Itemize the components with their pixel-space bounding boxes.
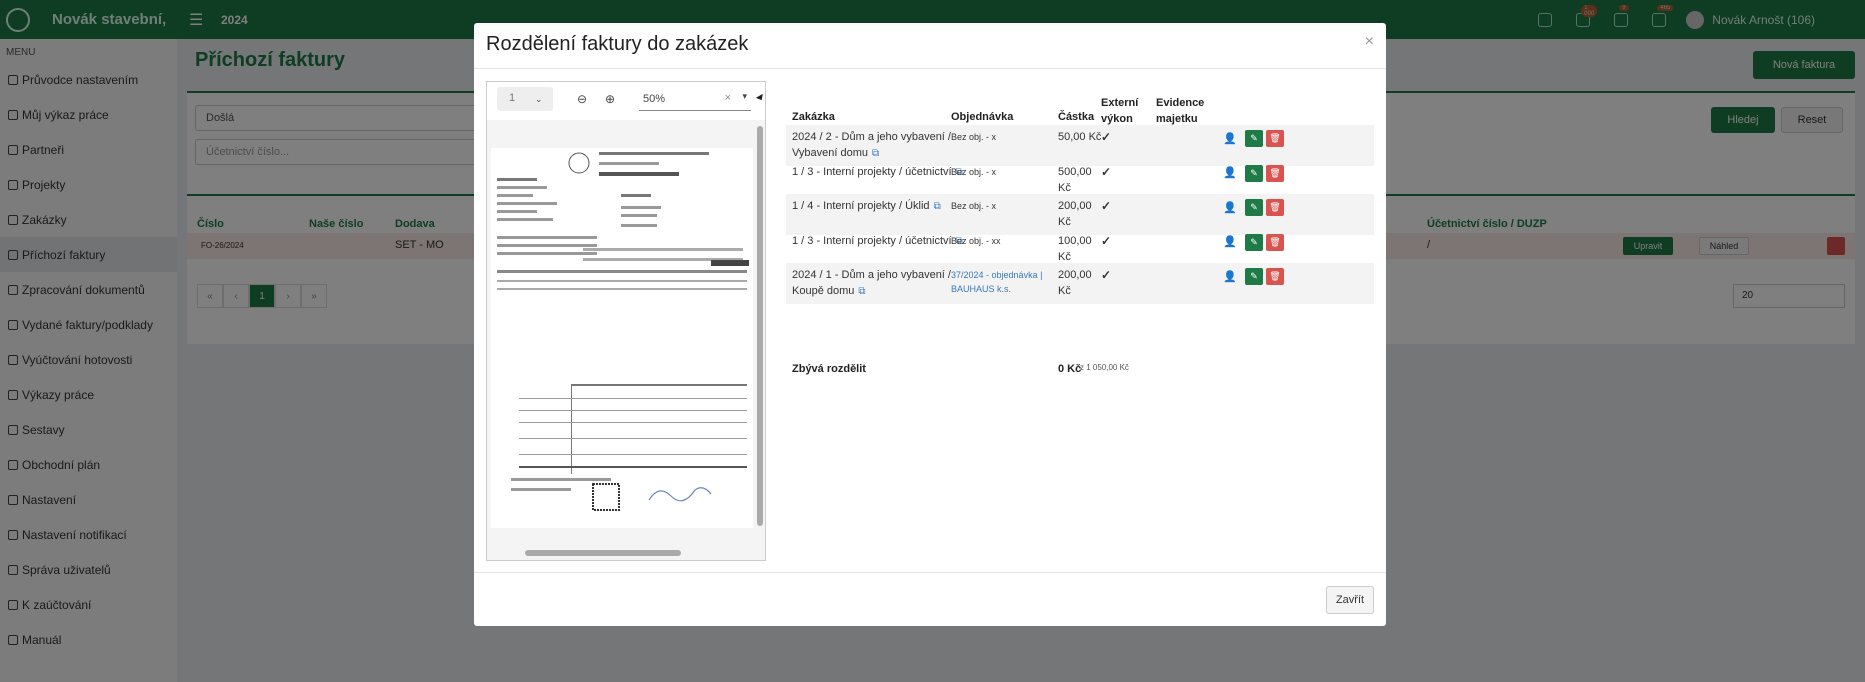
header-amount: Částka [1058,111,1095,123]
order-cell: 1 / 3 - Interní projekty / účetnictví ⧉ [792,164,974,181]
order-cell: 1 / 4 - Interní projekty / Úklid ⧉ [792,198,974,215]
remaining-total: z 1 050,00 Kč [1080,363,1129,372]
external-check-icon: ✓ [1101,233,1112,248]
external-link-icon[interactable]: ⧉ [872,148,879,159]
order-name: 1 / 4 - Interní projekty / Úklid [792,200,930,212]
horizontal-scrollbar[interactable] [525,550,681,556]
page-select[interactable]: 1 [497,87,553,111]
purchase-cell[interactable]: 37/2024 - objednávka | BAUHAUS k.s. [951,268,1071,296]
pdf-toolbar: 1 ⌄ ⊖ ⊕ 50% × ▾ [487,82,765,120]
chevron-down-icon: ⌄ [535,94,543,104]
amount-cell: 200,00 Kč [1058,269,1092,297]
external-check-icon: ✓ [1101,268,1112,282]
external-link-icon[interactable]: ⧉ [934,201,941,212]
divider [474,68,1386,69]
assign-user-icon[interactable]: 👤 [1223,166,1237,180]
trash-icon[interactable]: 🗑 [1266,164,1284,182]
zoom-select[interactable]: 50% × ▾ [639,87,751,111]
trash-icon[interactable]: 🗑 [1266,268,1284,285]
vertical-scrollbar[interactable] [757,126,763,526]
dropdown-icon[interactable]: ▾ [742,91,747,102]
trash-icon[interactable]: 🗑 [1266,130,1284,147]
external-check-icon: ✓ [1101,130,1112,144]
row-actions: 👤 ✎ 🗑 [1223,130,1284,147]
order-name: 1 / 3 - Interní projekty / účetnictví [792,165,952,178]
row-actions: 👤 ✎ 🗑 [1223,268,1284,285]
edit-pencil-icon[interactable]: ✎ [1245,199,1263,216]
footer-divider [474,572,1386,573]
edit-pencil-icon[interactable]: ✎ [1245,233,1263,251]
close-button[interactable]: Zavřít [1326,586,1374,614]
row-actions: 👤 ✎ 🗑 [1223,164,1284,182]
amount-cell: 200,00 Kč [1058,200,1092,228]
order-cell: 2024 / 2 - Dům a jeho vybavení / Vybaven… [792,129,974,162]
order-name: 2024 / 1 - Dům a jeho vybavení / Koupě d… [792,269,951,297]
close-icon[interactable]: × [1365,33,1374,51]
external-check-icon: ✓ [1101,199,1112,213]
pdf-viewer[interactable]: 1 ⌄ ⊖ ⊕ 50% × ▾ [486,81,766,561]
trash-icon[interactable]: 🗑 [1266,233,1284,251]
amount-cell: 50,00 Kč [1058,131,1102,143]
assign-user-icon[interactable]: 👤 [1223,235,1237,249]
order-cell: 1 / 3 - Interní projekty / účetnictví ⧉ [792,233,974,250]
purchase-cell: Bez obj. - x [951,166,997,177]
allocation-row: 2024 / 1 - Dům a jeho vybavení / Koupě d… [786,263,1374,304]
edit-pencil-icon[interactable]: ✎ [1245,164,1263,182]
remaining-value: 0 Kč [1058,363,1082,375]
edit-pencil-icon[interactable]: ✎ [1245,268,1263,285]
assign-user-icon[interactable]: 👤 [1223,201,1237,215]
trash-icon[interactable]: 🗑 [1266,199,1284,216]
header-purchase: Objednávka [951,111,1014,123]
edit-pencil-icon[interactable]: ✎ [1245,130,1263,147]
modal-title: Rozdělení faktury do zakázek [486,33,749,55]
purchase-cell: Bez obj. - x [951,132,997,142]
header-order: Zakázka [792,111,835,123]
document-scan [497,152,749,511]
remaining-label: Zbývá rozdělit [792,363,866,375]
external-check-icon: ✓ [1101,164,1112,179]
external-link-icon[interactable]: ⧉ [858,286,865,297]
order-name: 1 / 3 - Interní projekty / účetnictví [792,234,952,247]
row-actions: 👤 ✎ 🗑 [1223,199,1284,216]
amount-cell: 100,00 Kč [1058,234,1092,263]
assign-user-icon[interactable]: 👤 [1223,132,1237,146]
purchase-cell: Bez obj. - x [951,201,997,211]
purchase-cell: Bez obj. - xx [951,235,1001,246]
row-actions: 👤 ✎ 🗑 [1223,233,1284,251]
clear-icon[interactable]: × [725,92,731,104]
split-invoice-modal: Rozdělení faktury do zakázek × 1 ⌄ ⊖ ⊕ 5… [474,23,1386,626]
invoice-document-preview [491,148,753,528]
zoom-out-icon[interactable]: ⊖ [577,92,591,106]
header-external: Externí výkon [1101,97,1139,125]
zoom-in-icon[interactable]: ⊕ [605,92,619,106]
zoom-value: 50% [643,93,666,105]
header-asset: Evidence majetku [1156,97,1205,125]
assign-user-icon[interactable]: 👤 [1223,270,1237,284]
order-cell: 2024 / 1 - Dům a jeho vybavení / Koupě d… [792,267,974,300]
amount-cell: 500,00 Kč [1058,165,1092,194]
